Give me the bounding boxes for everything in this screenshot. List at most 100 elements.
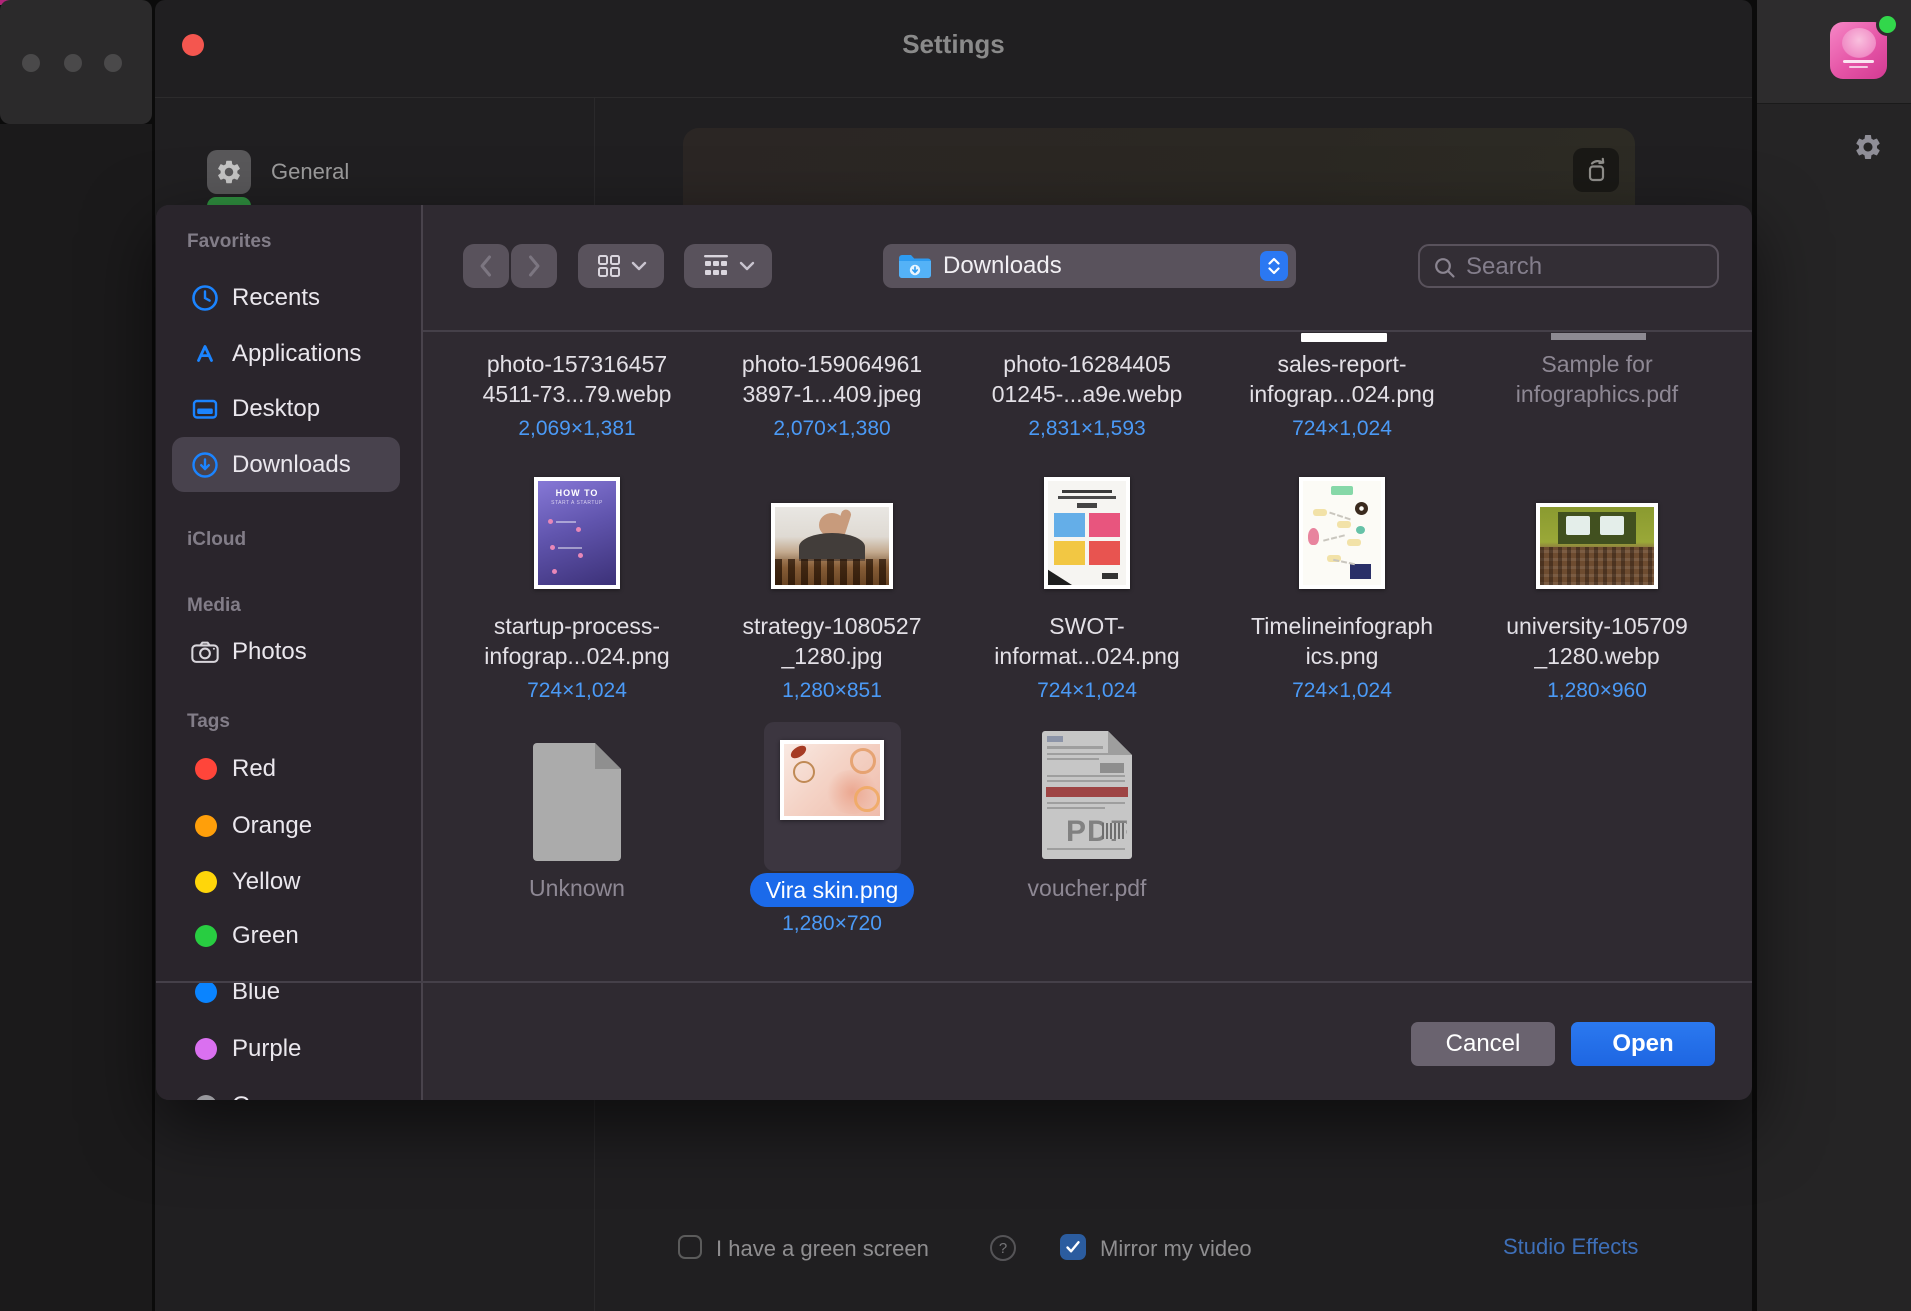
downloads-folder-icon bbox=[897, 251, 933, 281]
grid-view-icon bbox=[596, 253, 622, 279]
file-dimensions: 2,069×1,381 bbox=[449, 416, 705, 442]
gear-icon bbox=[1853, 132, 1883, 162]
file-item[interactable]: photo-16284405 01245-...a9e.webp 2,831×1… bbox=[959, 349, 1215, 442]
file-item[interactable]: PDF voucher.pdf bbox=[959, 722, 1215, 903]
camera-icon bbox=[190, 638, 220, 666]
green-screen-label[interactable]: I have a green screen bbox=[716, 1236, 929, 1262]
search-input[interactable] bbox=[1464, 248, 1713, 286]
file-item[interactable]: SWOT- informat...024.png 724×1,024 bbox=[959, 477, 1215, 704]
appstore-icon bbox=[190, 339, 220, 369]
location-label: Downloads bbox=[943, 252, 1062, 280]
tag-color-dot bbox=[195, 981, 217, 1003]
dialog-sidebar: Favorites Recents Applications Desktop bbox=[156, 205, 423, 1100]
file-dimensions: 2,070×1,380 bbox=[704, 416, 960, 442]
sidebar-item-applications[interactable]: Applications bbox=[172, 337, 408, 371]
tag-color-dot bbox=[195, 815, 217, 837]
selection-highlight bbox=[764, 722, 901, 871]
search-field[interactable] bbox=[1418, 244, 1719, 288]
mirror-video-checkbox[interactable] bbox=[1060, 1234, 1086, 1260]
main-app-window-edge bbox=[1757, 0, 1911, 1311]
file-item[interactable]: university-105709 _1280.webp 1,280×960 bbox=[1469, 477, 1725, 704]
file-thumbnail: HOW TO START A STARTUP bbox=[534, 477, 620, 589]
file-dimensions: 724×1,024 bbox=[959, 678, 1215, 704]
sidebar-tag-yellow[interactable]: Yellow bbox=[172, 865, 408, 899]
chevron-right-icon bbox=[524, 253, 544, 279]
sidebar-tag-red[interactable]: Red bbox=[172, 752, 408, 786]
cancel-button[interactable]: Cancel bbox=[1411, 1022, 1555, 1066]
page-fold bbox=[595, 743, 621, 769]
file-dimensions: 1,280×960 bbox=[1469, 678, 1725, 704]
studio-effects-link[interactable]: Studio Effects bbox=[1503, 1234, 1638, 1260]
file-thumbnail bbox=[780, 740, 884, 820]
clock-icon bbox=[190, 283, 220, 313]
download-circle-icon bbox=[190, 450, 220, 480]
sidebar-item-general[interactable]: General bbox=[207, 150, 547, 194]
group-view-icon bbox=[702, 253, 730, 279]
help-icon[interactable]: ? bbox=[990, 1235, 1016, 1261]
file-item[interactable]: photo-159064961 3897-1...409.jpeg 2,070×… bbox=[704, 349, 960, 442]
check-icon bbox=[1064, 1238, 1082, 1256]
icloud-header: iCloud bbox=[187, 529, 246, 551]
forward-button[interactable] bbox=[511, 244, 557, 288]
location-dropdown[interactable]: Downloads bbox=[883, 244, 1296, 288]
favorites-header: Favorites bbox=[187, 231, 271, 253]
back-button[interactable] bbox=[463, 244, 509, 288]
file-dimensions: 1,280×720 bbox=[704, 911, 960, 937]
mirror-video-label[interactable]: Mirror my video bbox=[1100, 1236, 1252, 1262]
chevron-left-icon bbox=[476, 253, 496, 279]
file-item[interactable]: Unknown bbox=[449, 722, 705, 903]
desktop-icon bbox=[190, 394, 220, 424]
file-dimensions: 1,280×851 bbox=[704, 678, 960, 704]
selected-filename: Vira skin.png bbox=[750, 873, 915, 907]
tags-header: Tags bbox=[187, 711, 230, 733]
file-item[interactable]: photo-157316457 4511-73...79.webp 2,069×… bbox=[449, 349, 705, 442]
tag-color-dot bbox=[195, 1095, 217, 1100]
file-thumbnail bbox=[1536, 503, 1658, 589]
avatar-decoration bbox=[1849, 66, 1868, 68]
background-window bbox=[0, 0, 152, 124]
sidebar-tag-orange[interactable]: Orange bbox=[172, 809, 408, 843]
file-item[interactable]: HOW TO START A STARTUP startup-process- … bbox=[449, 477, 705, 704]
open-button[interactable]: Open bbox=[1571, 1022, 1715, 1066]
sidebar-item-recents[interactable]: Recents bbox=[172, 281, 408, 315]
gear-icon bbox=[207, 150, 251, 194]
background-window-body bbox=[0, 124, 152, 1311]
settings-gear-button[interactable] bbox=[1853, 132, 1883, 167]
sidebar-item-downloads[interactable]: Downloads bbox=[172, 448, 408, 482]
icon-view-button[interactable] bbox=[578, 244, 664, 288]
tag-color-dot bbox=[195, 1038, 217, 1060]
file-thumbnail bbox=[1044, 477, 1130, 589]
window-control-dot[interactable] bbox=[22, 54, 40, 72]
main-app-toolbar bbox=[1757, 0, 1911, 104]
sidebar-tag-green[interactable]: Green bbox=[172, 919, 408, 953]
search-icon bbox=[1432, 255, 1458, 281]
sidebar-item-label: General bbox=[271, 159, 349, 185]
chevron-down-icon bbox=[739, 261, 755, 271]
green-screen-checkbox[interactable] bbox=[678, 1235, 702, 1259]
file-item[interactable]: Sample for infographics.pdf bbox=[1469, 349, 1725, 409]
group-view-button[interactable] bbox=[684, 244, 772, 288]
window-control-dot[interactable] bbox=[64, 54, 82, 72]
file-thumbnail bbox=[1299, 477, 1385, 589]
toolbar-divider bbox=[423, 330, 1752, 332]
file-thumbnail bbox=[771, 503, 893, 589]
settings-titlebar: Settings bbox=[155, 0, 1752, 98]
dropdown-stepper-icon bbox=[1260, 251, 1288, 281]
sidebar-item-desktop[interactable]: Desktop bbox=[172, 392, 408, 426]
file-dimensions: 2,831×1,593 bbox=[959, 416, 1215, 442]
sidebar-tag-gray[interactable]: Gray bbox=[172, 1089, 408, 1100]
file-dimensions: 724×1,024 bbox=[1214, 416, 1470, 442]
file-item[interactable]: sales-report- infograp...024.png 724×1,0… bbox=[1214, 349, 1470, 442]
file-open-dialog: Favorites Recents Applications Desktop bbox=[156, 205, 1752, 1100]
rotate-preview-button[interactable] bbox=[1573, 148, 1619, 192]
sidebar-tag-purple[interactable]: Purple bbox=[172, 1032, 408, 1066]
footer-divider bbox=[156, 981, 1752, 983]
sidebar-item-photos[interactable]: Photos bbox=[172, 635, 408, 669]
file-item-selected[interactable]: Vira skin.png 1,280×720 bbox=[704, 722, 960, 937]
file-item[interactable]: Timelineinfograph ics.png 724×1,024 bbox=[1214, 477, 1470, 704]
page-fold bbox=[1108, 731, 1132, 755]
window-control-dot[interactable] bbox=[104, 54, 122, 72]
file-item[interactable]: strategy-1080527 _1280.jpg 1,280×851 bbox=[704, 477, 960, 704]
chevron-down-icon bbox=[631, 261, 647, 271]
tag-color-dot bbox=[195, 871, 217, 893]
